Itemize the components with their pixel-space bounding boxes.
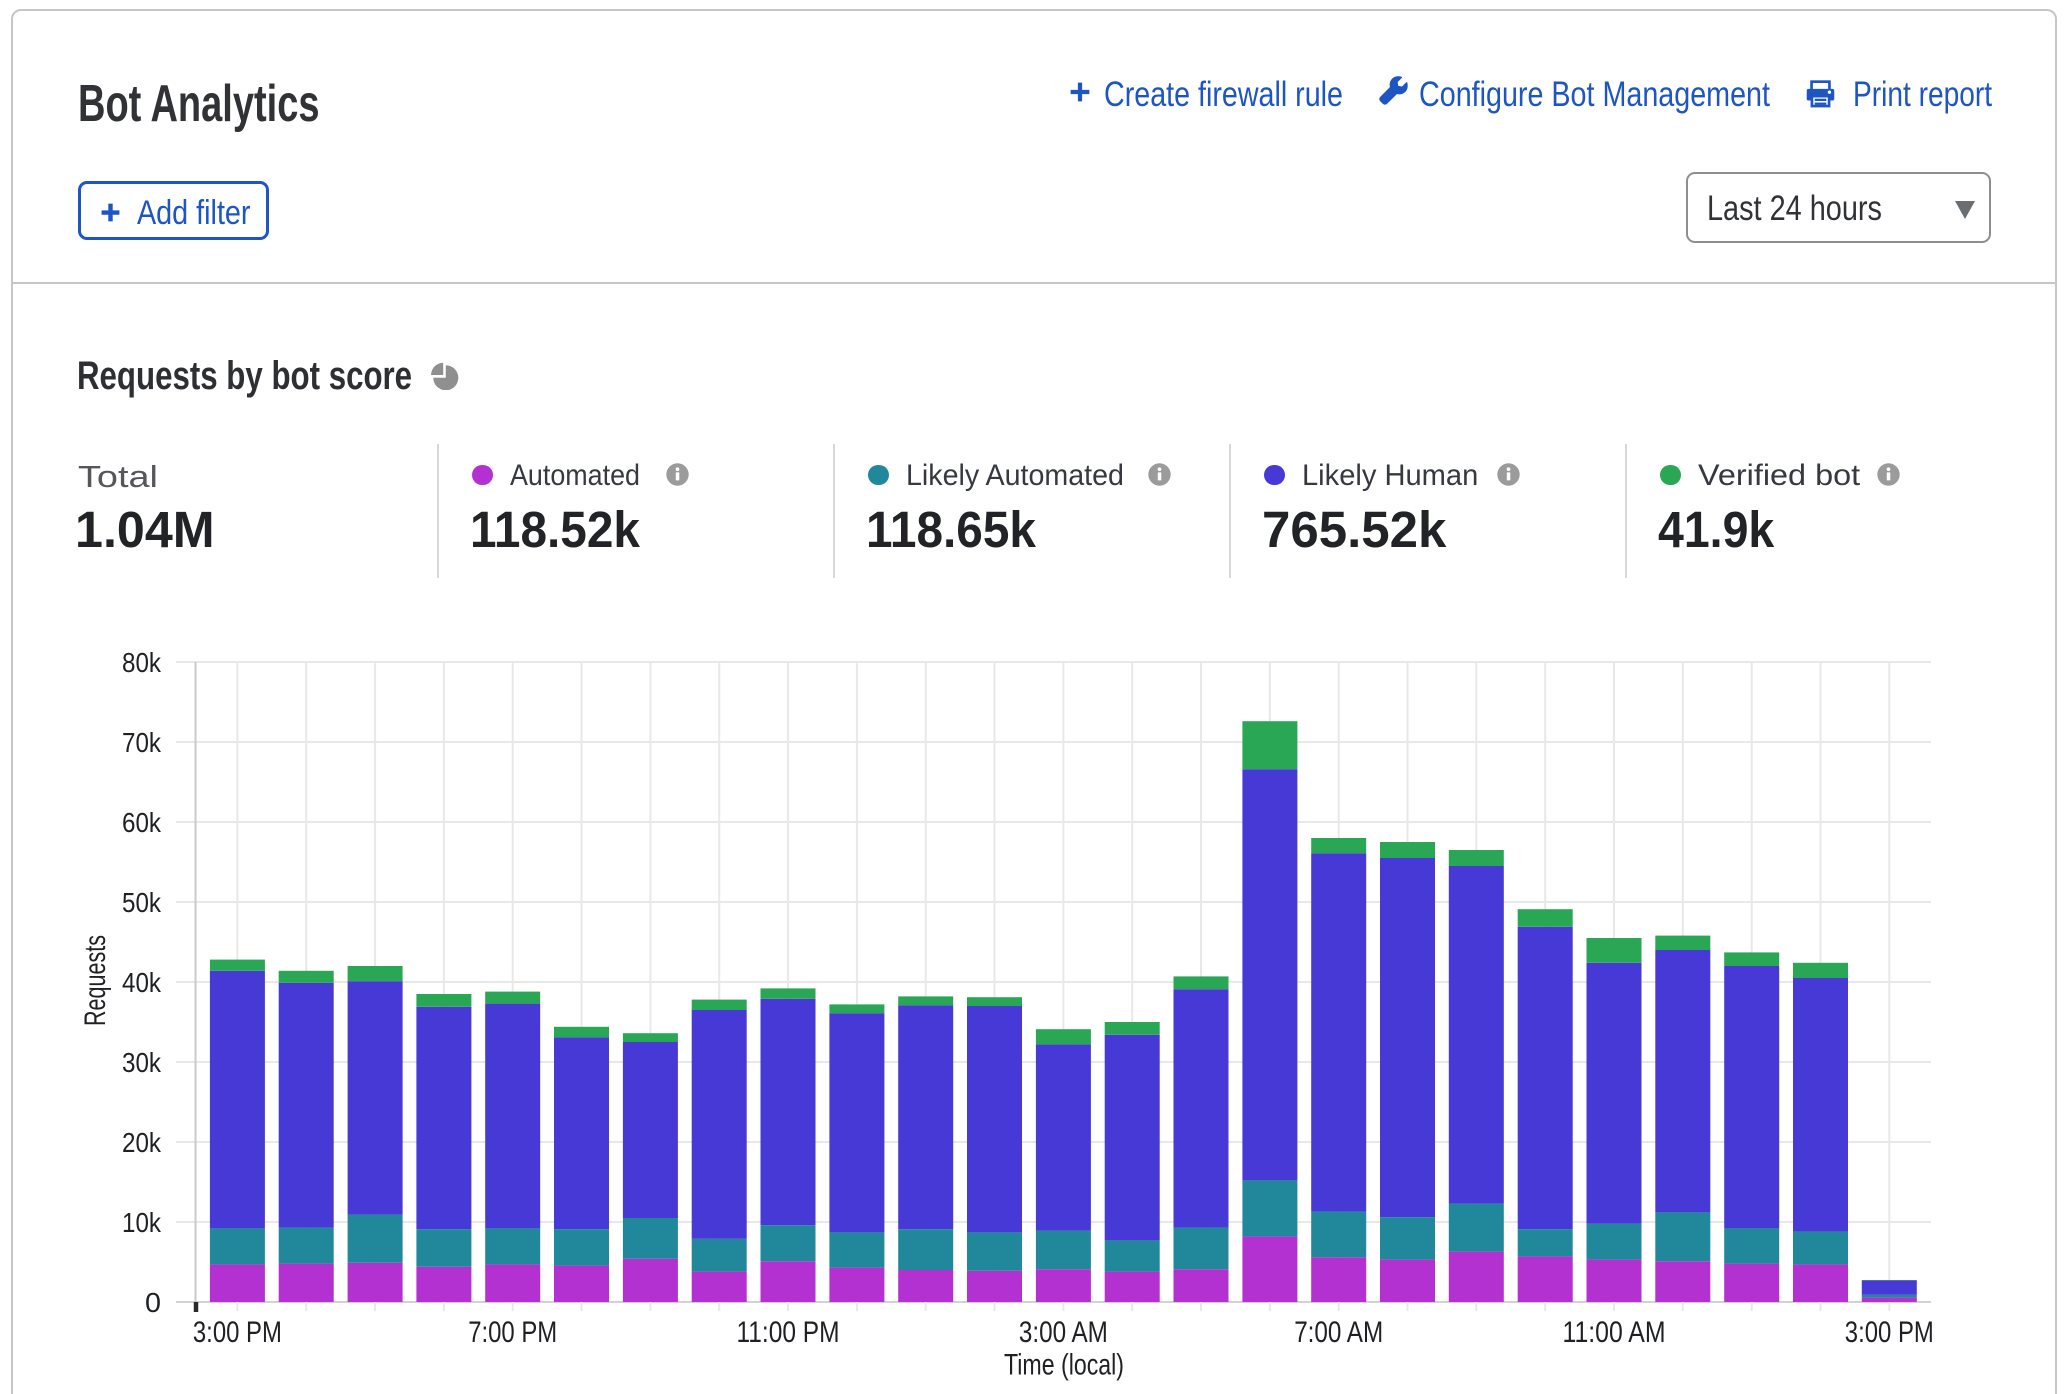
svg-text:11:00 PM: 11:00 PM <box>737 1316 840 1349</box>
svg-text:60k: 60k <box>122 807 162 838</box>
svg-text:30k: 30k <box>122 1047 162 1078</box>
svg-text:3:00 PM: 3:00 PM <box>1845 1316 1934 1349</box>
svg-text:Requests: Requests <box>79 935 112 1026</box>
svg-text:40k: 40k <box>122 967 162 998</box>
svg-text:7:00 AM: 7:00 AM <box>1294 1316 1383 1349</box>
svg-text:7:00 PM: 7:00 PM <box>468 1316 557 1349</box>
svg-text:11:00 AM: 11:00 AM <box>1563 1316 1666 1349</box>
svg-text:Time (local): Time (local) <box>1004 1349 1124 1382</box>
svg-text:3:00 PM: 3:00 PM <box>193 1316 282 1349</box>
svg-text:10k: 10k <box>122 1207 162 1238</box>
svg-text:70k: 70k <box>122 727 162 758</box>
svg-text:80k: 80k <box>122 647 162 678</box>
svg-text:3:00 AM: 3:00 AM <box>1019 1316 1108 1349</box>
svg-text:50k: 50k <box>122 887 162 918</box>
svg-text:0: 0 <box>145 1287 161 1318</box>
svg-text:20k: 20k <box>122 1127 162 1158</box>
